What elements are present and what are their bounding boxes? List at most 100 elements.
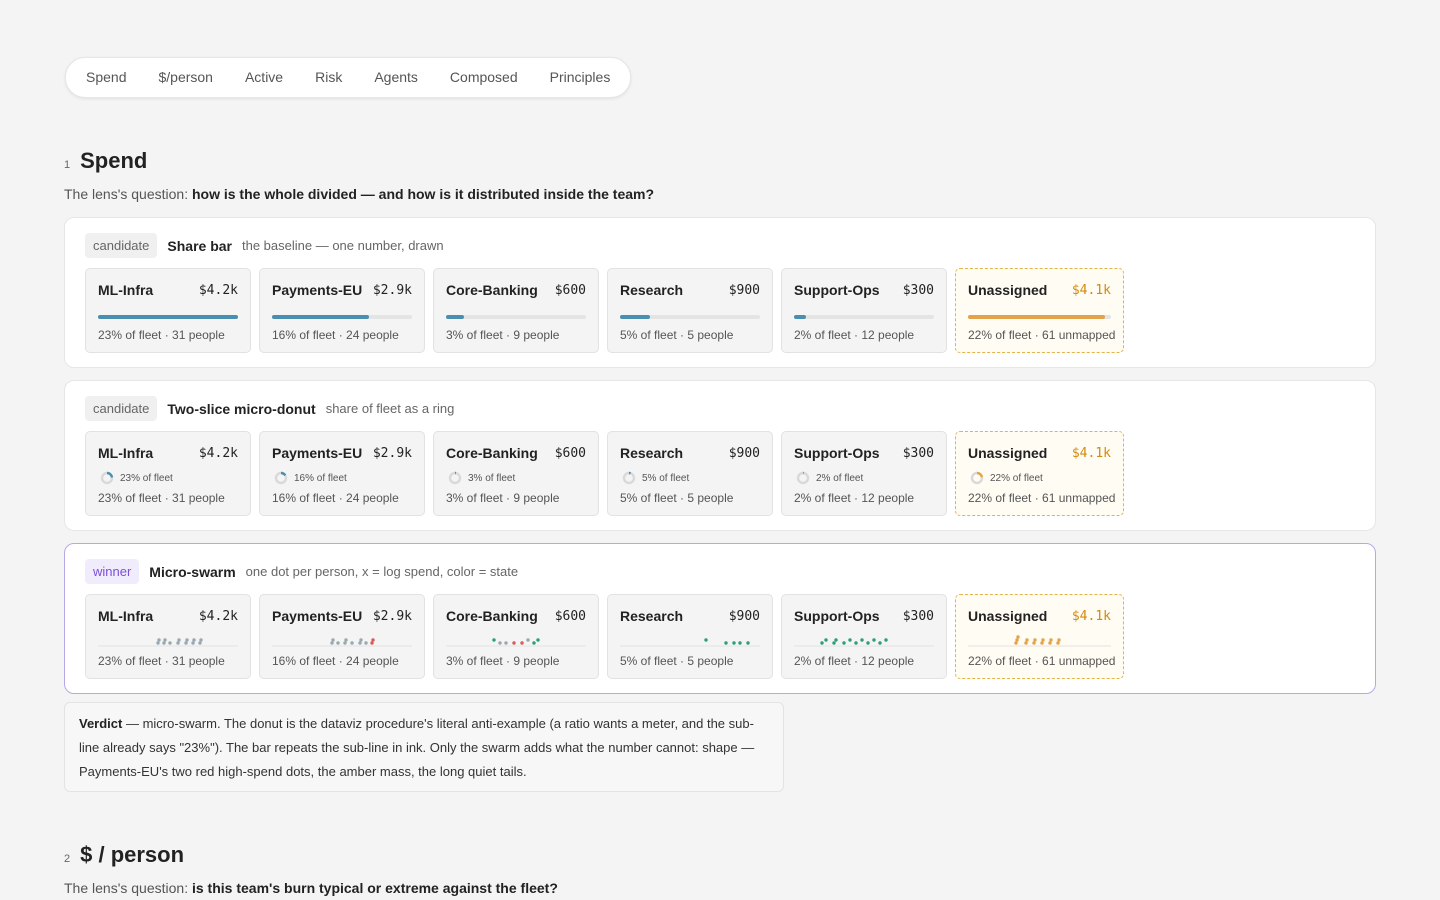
person-dot <box>364 641 368 645</box>
tab-active[interactable]: Active <box>229 57 299 98</box>
team-card-core-banking[interactable]: Core-Banking $600 3% of fleet 3% of fleet ·… <box>433 431 599 516</box>
donut-share-label: 2% of fleet <box>816 472 864 484</box>
person-dot <box>163 638 167 642</box>
verdict-box: Verdict — micro-swarm. The donut is the … <box>64 702 784 792</box>
person-dot <box>1048 641 1052 645</box>
team-card-core-banking[interactable]: Core-Banking $600 3% of fleet · 9 people <box>433 268 599 353</box>
person-dot <box>198 641 202 645</box>
team-spend: $600 <box>554 283 586 298</box>
person-dot <box>532 641 536 645</box>
team-card-payments-eu[interactable]: Payments-EU $2.9k 16% of fleet · 24 people <box>259 594 425 679</box>
team-subline: 22% of fleet · 61 unmapped <box>968 491 1116 505</box>
person-dot <box>157 638 161 642</box>
team-card-ml-infra[interactable]: ML-Infra $4.2k 23% of fleet · 31 people <box>85 594 251 679</box>
section-question: The lens's question: is this team's burn… <box>64 880 558 896</box>
team-subline: 5% of fleet · 5 people <box>620 328 734 342</box>
micro-swarm <box>272 638 412 647</box>
team-spend: $4.1k <box>1071 446 1111 461</box>
team-spend: $600 <box>554 609 586 624</box>
team-card-research[interactable]: Research $900 5% of fleet 5% of fleet · 5 p… <box>607 431 773 516</box>
micro-swarm <box>620 638 760 647</box>
team-card-support-ops[interactable]: Support-Ops $300 2% of fleet · 12 people <box>781 594 947 679</box>
share-bar-fill <box>446 315 465 319</box>
tab-spend[interactable]: Spend <box>70 57 142 98</box>
team-name: ML-Infra <box>98 608 154 624</box>
micro-donut <box>970 471 984 485</box>
person-dot <box>498 641 502 645</box>
team-card-support-ops[interactable]: Support-Ops $300 2% of fleet 2% of fleet · … <box>781 431 947 516</box>
question-text: how is the whole divided — and how is it… <box>191 186 655 202</box>
person-dot <box>359 638 363 642</box>
team-card-unassigned[interactable]: Unassigned $4.1k 22% of fleet · 61 unmappe… <box>955 268 1124 353</box>
person-dot <box>156 641 160 645</box>
team-card-core-banking[interactable]: Core-Banking $600 3% of fleet · 9 people <box>433 594 599 679</box>
team-card-research[interactable]: Research $900 5% of fleet · 5 people <box>607 594 773 679</box>
team-subline: 5% of fleet · 5 people <box>620 491 734 505</box>
donut-share-label: 22% of fleet <box>990 472 1043 484</box>
candidate-name: Micro-swarm <box>149 563 236 580</box>
person-dot <box>358 641 362 645</box>
team-card-unassigned[interactable]: Unassigned $4.1k 22% of fleet 22% of fleet … <box>955 431 1124 516</box>
tab-risk[interactable]: Risk <box>299 57 358 98</box>
person-dot <box>860 638 864 642</box>
team-subline: 22% of fleet · 61 unmapped <box>968 328 1116 342</box>
micro-donut <box>622 471 636 485</box>
person-dot <box>343 641 347 645</box>
micro-swarm <box>794 638 934 647</box>
share-bar-fill <box>794 315 807 319</box>
team-spend: $2.9k <box>372 283 412 298</box>
person-dot <box>866 641 870 645</box>
person-dot <box>350 641 354 645</box>
person-dot <box>1033 638 1037 642</box>
person-dot <box>370 641 374 645</box>
share-bar-fill <box>968 315 1105 319</box>
team-spend: $2.9k <box>372 446 412 461</box>
person-dot <box>848 638 852 642</box>
share-bar-fill <box>620 315 651 319</box>
tab-composed[interactable]: Composed <box>434 57 534 98</box>
tab-principles[interactable]: Principles <box>534 57 627 98</box>
team-spend: $900 <box>728 283 760 298</box>
person-dot <box>1032 641 1036 645</box>
person-dot <box>1049 638 1053 642</box>
candidate-panel-bar: candidate Share bar the baseline — one num… <box>64 217 1376 368</box>
team-subline: 2% of fleet · 12 people <box>794 654 915 668</box>
donut-track <box>796 471 810 485</box>
micro-swarm <box>968 635 1111 647</box>
person-dot <box>724 641 728 645</box>
section-title: $ / person <box>80 842 185 867</box>
team-card-payments-eu[interactable]: Payments-EU $2.9k 16% of fleet · 24 people <box>259 268 425 353</box>
team-card-ml-infra[interactable]: ML-Infra $4.2k 23% of fleet · 31 people <box>85 268 251 353</box>
micro-donut <box>796 471 810 485</box>
person-dot <box>492 638 496 642</box>
micro-donut-row: 22% of fleet <box>970 471 1043 485</box>
team-card-research[interactable]: Research $900 5% of fleet · 5 people <box>607 268 773 353</box>
person-dot <box>536 638 540 642</box>
tab-per-person[interactable]: $/person <box>142 57 228 98</box>
micro-donut-row: 5% of fleet <box>622 471 689 485</box>
team-card-payments-eu[interactable]: Payments-EU $2.9k 16% of fleet 16% of fleet… <box>259 431 425 516</box>
micro-donut-row: 3% of fleet <box>448 471 515 485</box>
team-name: ML-Infra <box>98 445 154 461</box>
team-name: Unassigned <box>968 608 1048 624</box>
share-bar-track <box>98 315 238 319</box>
tab-agents[interactable]: Agents <box>358 57 434 98</box>
candidate-description: share of fleet as a ring <box>325 401 455 416</box>
section-number: 1 <box>64 159 71 171</box>
person-dot <box>199 638 203 642</box>
team-card-unassigned[interactable]: Unassigned $4.1k 22% of fleet · 61 unmappe… <box>955 594 1124 679</box>
team-spend: $300 <box>902 609 934 624</box>
team-name: Payments-EU <box>272 445 363 461</box>
team-spend: $300 <box>902 446 934 461</box>
team-subline: 3% of fleet · 9 people <box>446 328 560 342</box>
share-bar-track <box>794 315 934 319</box>
team-subline: 3% of fleet · 9 people <box>446 654 560 668</box>
person-dot <box>732 641 736 645</box>
person-dot <box>520 641 524 645</box>
person-dot <box>872 638 876 642</box>
team-name: Core-Banking <box>446 608 538 624</box>
verdict-label: Verdict <box>79 716 123 731</box>
team-card-ml-infra[interactable]: ML-Infra $4.2k 23% of fleet 23% of fleet · … <box>85 431 251 516</box>
team-subline: 16% of fleet · 24 people <box>272 654 399 668</box>
team-card-support-ops[interactable]: Support-Ops $300 2% of fleet · 12 people <box>781 268 947 353</box>
